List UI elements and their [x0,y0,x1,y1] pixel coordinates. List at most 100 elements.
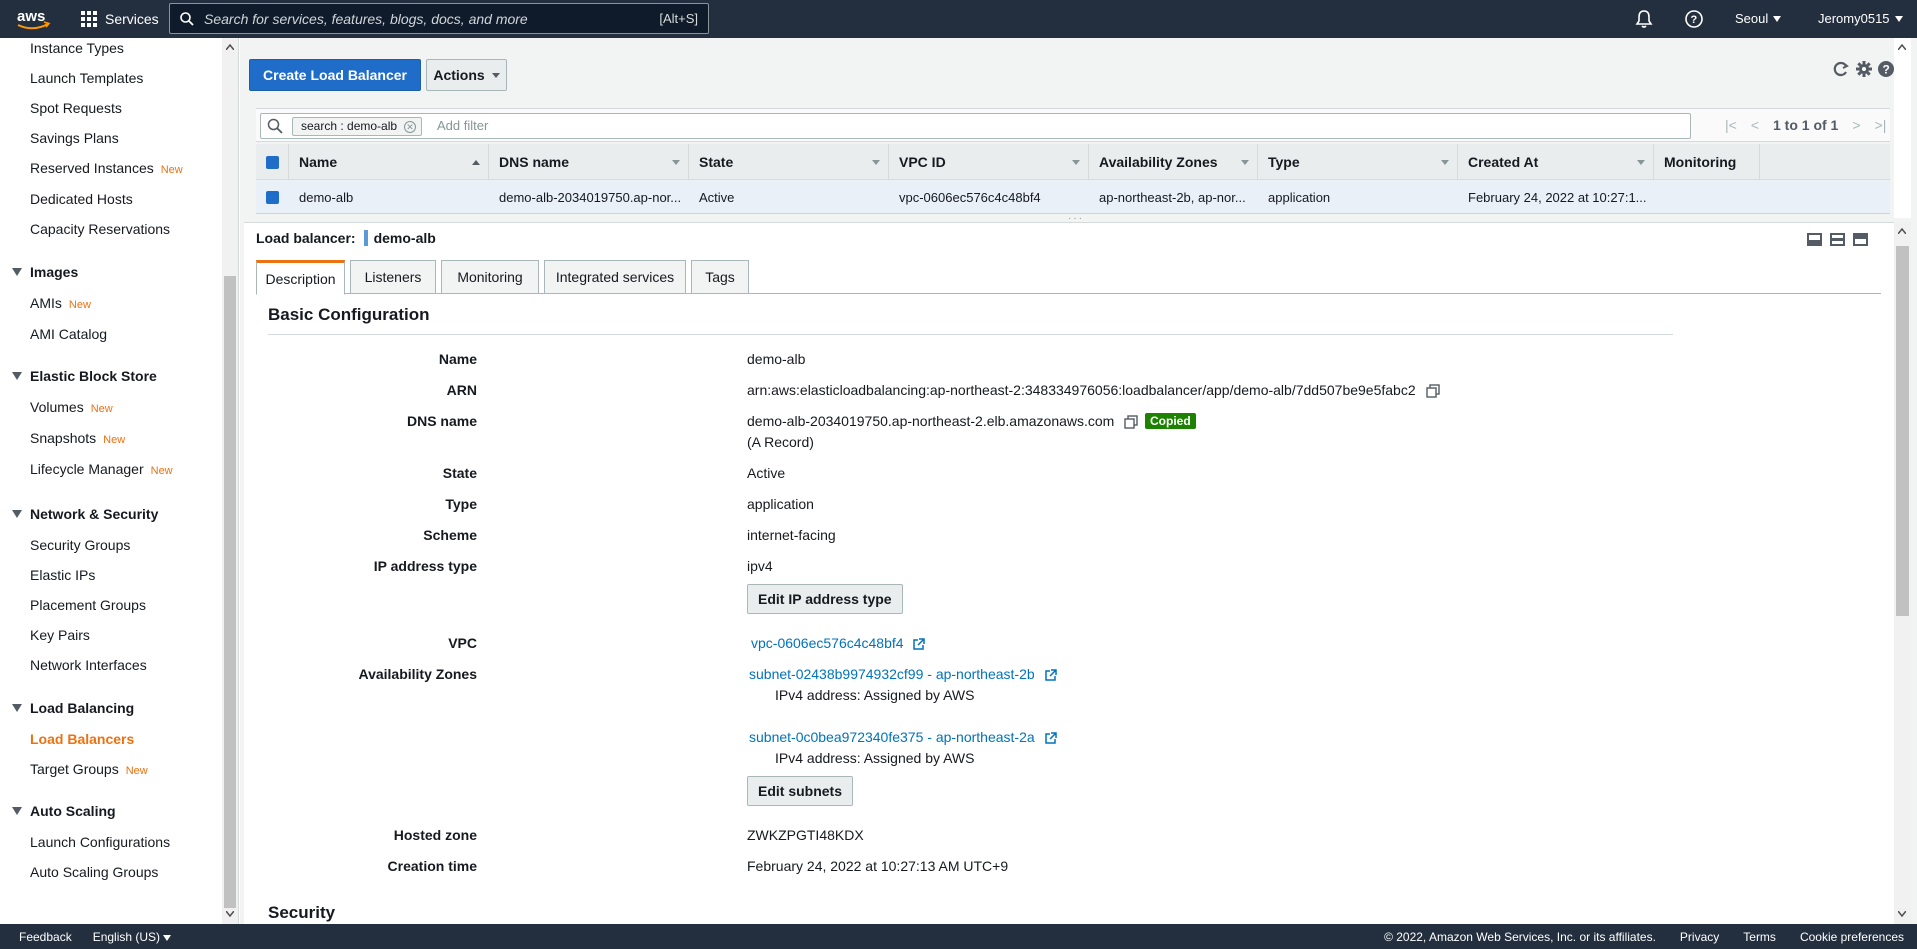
row-checkbox-cell[interactable] [256,180,289,214]
gear-icon[interactable] [1855,60,1873,78]
value-arn-row: arn:aws:elasticloadbalancing:ap-northeas… [747,382,1440,398]
scroll-down-arrow-icon[interactable] [1898,911,1906,917]
feedback-link[interactable]: Feedback [19,930,72,944]
edit-subnets-button[interactable]: Edit subnets [747,776,854,806]
sidebar-section-network-security[interactable]: Network & Security [12,506,158,522]
filter-token[interactable]: search : demo-alb ✕ [292,117,423,136]
details-scroll-thumb[interactable] [1896,246,1909,616]
sidebar-item-target-groups[interactable]: Target Groups New [30,761,148,777]
actions-dropdown-button[interactable]: Actions [426,59,507,91]
global-search-box[interactable]: [Alt+S] [169,3,709,34]
close-icon[interactable]: ✕ [404,121,417,133]
scroll-up-arrow-icon[interactable] [1898,228,1906,234]
sidebar-item-ami-catalog[interactable]: AMI Catalog [30,326,107,342]
sidebar-item-savings-plans[interactable]: Savings Plans [30,130,119,146]
tab-description[interactable]: Description [256,260,345,295]
language-selector[interactable]: English (US) [93,930,172,944]
edit-ip-address-type-button[interactable]: Edit IP address type [747,584,903,614]
sidebar-item-launch-templates[interactable]: Launch Templates [30,70,143,86]
table-row[interactable]: demo-alb demo-alb-2034019750.ap-nor... A… [256,180,1890,214]
subnet-link-1[interactable]: subnet-02438b9974932cf99 - ap-northeast-… [749,666,1057,682]
sidebar-item-launch-configurations[interactable]: Launch Configurations [30,834,170,850]
column-header-type[interactable]: Type [1258,144,1458,180]
sidebar-section-images[interactable]: Images [12,264,78,280]
column-header-vpc-id[interactable]: VPC ID [889,144,1089,180]
panel-resize-handle[interactable]: ··· [1052,214,1100,224]
refresh-icon[interactable] [1831,60,1851,78]
services-menu-button[interactable]: Services [81,0,159,38]
column-header-name[interactable]: Name [289,144,489,180]
column-header-created-at[interactable]: Created At [1458,144,1654,180]
first-page-icon[interactable]: |< [1725,117,1737,133]
sidebar-item-dedicated-hosts[interactable]: Dedicated Hosts [30,191,133,207]
column-header-state[interactable]: State [689,144,889,180]
panel-bottom-icon[interactable] [1807,233,1822,246]
select-all-checkbox[interactable] [266,155,279,169]
global-search-input[interactable] [204,10,660,27]
scroll-down-arrow-icon[interactable] [226,911,234,917]
copy-icon[interactable] [1124,415,1138,429]
sidebar-item-volumes[interactable]: Volumes New [30,399,113,415]
tab-monitoring[interactable]: Monitoring [441,260,539,294]
bell-icon[interactable] [1635,9,1653,29]
tab-listeners[interactable]: Listeners [350,260,436,294]
help-icon[interactable]: ? [1684,9,1704,29]
filter-input-box[interactable]: search : demo-alb ✕ [260,113,1691,139]
details-tabs: Description Listeners Monitoring Integra… [256,260,1881,295]
page-scrollbar-top[interactable] [1894,38,1911,218]
sidebar-item-spot-requests[interactable]: Spot Requests [30,100,122,116]
scroll-up-arrow-icon[interactable] [1898,44,1906,50]
footer-bar: Feedback English (US) © 2022, Amazon Web… [0,924,1917,949]
column-header-monitoring[interactable]: Monitoring [1654,144,1760,180]
sidebar-item-capacity-reservations[interactable]: Capacity Reservations [30,221,170,237]
region-selector[interactable]: Seoul [1735,11,1782,26]
sidebar-item-instance-types[interactable]: Instance Types [30,40,124,56]
row-checkbox[interactable] [266,190,279,204]
privacy-link[interactable]: Privacy [1680,930,1719,944]
sidebar-item-reserved-instances[interactable]: Reserved Instances New [30,160,183,176]
details-scrollbar[interactable] [1894,222,1911,924]
column-header-availability-zones[interactable]: Availability Zones [1089,144,1258,180]
panel-full-icon[interactable] [1853,233,1868,246]
pagination: |< < 1 to 1 of 1 > >| [1725,117,1886,133]
sidebar-item-snapshots[interactable]: Snapshots New [30,430,125,446]
sidebar-item-amis[interactable]: AMIs New [30,295,91,311]
sidebar-item-key-pairs[interactable]: Key Pairs [30,627,90,643]
subnet-link-2[interactable]: subnet-0c0bea972340fe375 - ap-northeast-… [749,729,1057,745]
account-menu[interactable]: Jeromy0515 [1818,11,1903,26]
select-all-checkbox-cell[interactable] [256,144,289,180]
chevron-down-icon [163,935,172,941]
sidebar-item-network-interfaces[interactable]: Network Interfaces [30,657,147,673]
grid-icon [81,11,97,27]
sidebar-item-elastic-ips[interactable]: Elastic IPs [30,567,95,583]
add-filter-input[interactable] [437,118,1037,133]
copy-icon[interactable] [1425,384,1440,398]
sidebar-item-load-balancers[interactable]: Load Balancers [30,731,134,747]
last-page-icon[interactable]: >| [1875,117,1887,133]
tab-tags[interactable]: Tags [691,260,749,294]
tab-integrated-services[interactable]: Integrated services [544,260,686,294]
value-subnet-2-ip: IPv4 address: Assigned by AWS [775,750,975,766]
sidebar-item-placement-groups[interactable]: Placement Groups [30,597,146,613]
panel-split-icon[interactable] [1830,233,1845,246]
sidebar-section-auto-scaling[interactable]: Auto Scaling [12,803,116,819]
sidebar-item-auto-scaling-groups[interactable]: Auto Scaling Groups [30,864,158,880]
create-load-balancer-button[interactable]: Create Load Balancer [249,59,421,91]
sidebar-scrollbar[interactable] [222,38,238,924]
vpc-link[interactable]: vpc-0606ec576c4c48bf4 [751,635,926,651]
sidebar-scroll-thumb[interactable] [224,276,236,908]
copyright-text: © 2022, Amazon Web Services, Inc. or its… [1384,930,1656,944]
sidebar-item-lifecycle-manager[interactable]: Lifecycle Manager New [30,461,173,477]
scroll-up-arrow-icon[interactable] [226,44,234,50]
sidebar-item-security-groups[interactable]: Security Groups [30,537,130,553]
aws-logo[interactable]: aws [15,7,51,31]
column-header-dns-name[interactable]: DNS name [489,144,689,180]
cookie-preferences-link[interactable]: Cookie preferences [1800,930,1904,944]
next-page-icon[interactable]: > [1852,117,1860,133]
terms-link[interactable]: Terms [1743,930,1776,944]
help-circle-icon[interactable]: ? [1877,60,1895,78]
sidebar-section-elastic-block-store[interactable]: Elastic Block Store [12,368,157,384]
previous-page-icon[interactable]: < [1751,117,1759,133]
sidebar-section-load-balancing[interactable]: Load Balancing [12,700,134,716]
sort-icon [1441,160,1449,165]
